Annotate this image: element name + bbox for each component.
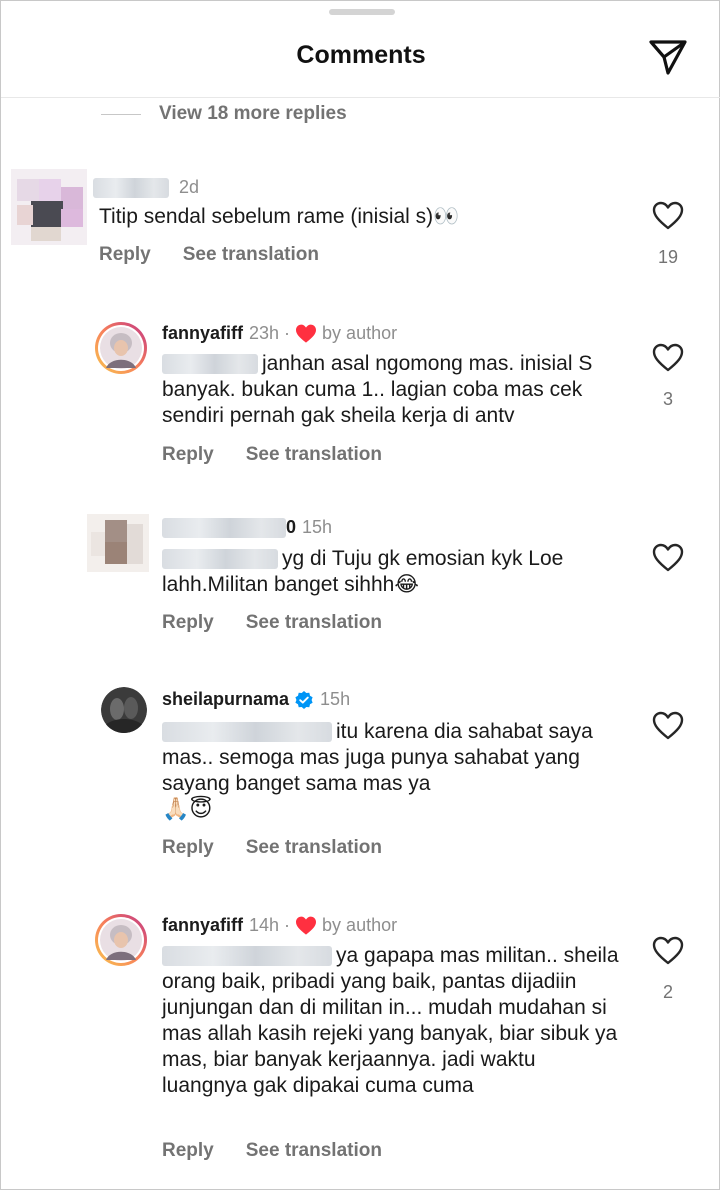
comment-actions: Reply See translation <box>162 837 414 859</box>
separator-dot: · <box>284 323 291 343</box>
view-more-replies-button[interactable]: View 18 more replies <box>101 101 347 127</box>
heart-outline-icon <box>652 543 684 572</box>
redacted-username <box>162 517 286 538</box>
avatar[interactable] <box>87 514 149 572</box>
comment-time: 2d <box>179 177 200 197</box>
heart-outline-icon <box>652 936 684 965</box>
comment-time: 14h <box>249 915 280 935</box>
author-like-badge: by author <box>295 323 397 344</box>
comment-actions: Reply See translation <box>99 244 351 266</box>
comment-actions: Reply See translation <box>162 444 414 466</box>
reply-button[interactable]: Reply <box>162 837 214 859</box>
username[interactable]: fannyafiff <box>162 323 243 344</box>
like-button[interactable] <box>652 936 684 971</box>
thread-line <box>101 113 141 115</box>
comment-text: itu karena dia sahabat saya mas.. semoga… <box>162 720 593 822</box>
comment-time: 15h <box>302 517 333 537</box>
comment-time: 23h <box>249 323 280 343</box>
comment-meta: fannyafiff 23h · by author <box>162 323 397 344</box>
reply-item: fannyafiff 14h · by author ya gapapa mas… <box>1 905 720 1175</box>
redacted-mention <box>162 549 278 570</box>
like-count: 19 <box>657 247 679 267</box>
heart-filled-icon <box>296 324 317 343</box>
like-button[interactable] <box>652 343 684 378</box>
comment-text: ya gapapa mas militan.. sheila orang bai… <box>162 944 619 1097</box>
like-button[interactable] <box>652 711 684 746</box>
redacted-mention <box>162 354 258 375</box>
avatar[interactable] <box>11 169 87 245</box>
comment-text: yg di Tuju gk emosian kyk Loe lahh.Milit… <box>162 547 564 596</box>
reply-item: sheilapurnama 15h itu karena dia sahabat… <box>1 679 720 869</box>
send-button[interactable] <box>646 35 690 79</box>
comments-sheet: Comments View 18 more replies 2d Titip s… <box>0 0 720 1190</box>
verified-badge-icon <box>295 690 313 709</box>
send-icon <box>649 40 687 75</box>
avatar[interactable] <box>94 913 148 967</box>
author-like-badge: by author <box>295 915 397 936</box>
page-title: Comments <box>296 41 426 69</box>
reply-button[interactable]: Reply <box>162 612 214 634</box>
separator-dot: · <box>284 915 291 935</box>
comment-meta: 0 15h <box>162 517 332 538</box>
comment-meta: 2d <box>93 177 199 198</box>
like-count: 3 <box>662 389 673 409</box>
username[interactable]: fannyafiff <box>162 915 243 936</box>
comment-actions: Reply See translation <box>162 612 414 634</box>
reply-button[interactable]: Reply <box>99 244 151 266</box>
username-tail[interactable]: 0 <box>286 517 296 538</box>
redacted-mention <box>162 722 332 743</box>
see-translation-button[interactable]: See translation <box>246 444 382 466</box>
comment-time: 15h <box>320 689 351 709</box>
comment-actions: Reply See translation <box>162 1140 414 1162</box>
heart-outline-icon <box>652 711 684 740</box>
comment-meta: fannyafiff 14h · by author <box>162 915 397 936</box>
comment-item: 2d Titip sendal sebelum rame (inisial s)… <box>1 161 720 281</box>
comment-text: janhan asal ngomong mas. inisial S banya… <box>162 352 593 427</box>
like-count: 2 <box>662 982 673 1002</box>
avatar[interactable] <box>94 321 148 375</box>
like-button[interactable] <box>652 543 684 578</box>
see-translation-button[interactable]: See translation <box>246 837 382 859</box>
comments-header: Comments <box>1 1 720 98</box>
view-more-replies-label: View 18 more replies <box>159 103 347 124</box>
username[interactable]: sheilapurnama <box>162 689 289 710</box>
avatar[interactable] <box>101 687 147 733</box>
like-button[interactable] <box>652 201 684 236</box>
see-translation-button[interactable]: See translation <box>183 244 319 266</box>
reply-item: 0 15h yg di Tuju gk emosian kyk Loe lahh… <box>1 506 720 646</box>
see-translation-button[interactable]: See translation <box>246 612 382 634</box>
comment-meta: sheilapurnama 15h <box>162 689 350 710</box>
reply-button[interactable]: Reply <box>162 1140 214 1162</box>
reply-item: fannyafiff 23h · by author janhan asal n… <box>1 313 720 473</box>
heart-outline-icon <box>652 343 684 372</box>
redacted-username <box>93 177 169 198</box>
heart-filled-icon <box>296 916 317 935</box>
comment-text: Titip sendal sebelum rame (inisial s)👀 <box>99 205 460 228</box>
see-translation-button[interactable]: See translation <box>246 1140 382 1162</box>
reply-button[interactable]: Reply <box>162 444 214 466</box>
heart-outline-icon <box>652 201 684 230</box>
redacted-mention <box>162 946 332 967</box>
